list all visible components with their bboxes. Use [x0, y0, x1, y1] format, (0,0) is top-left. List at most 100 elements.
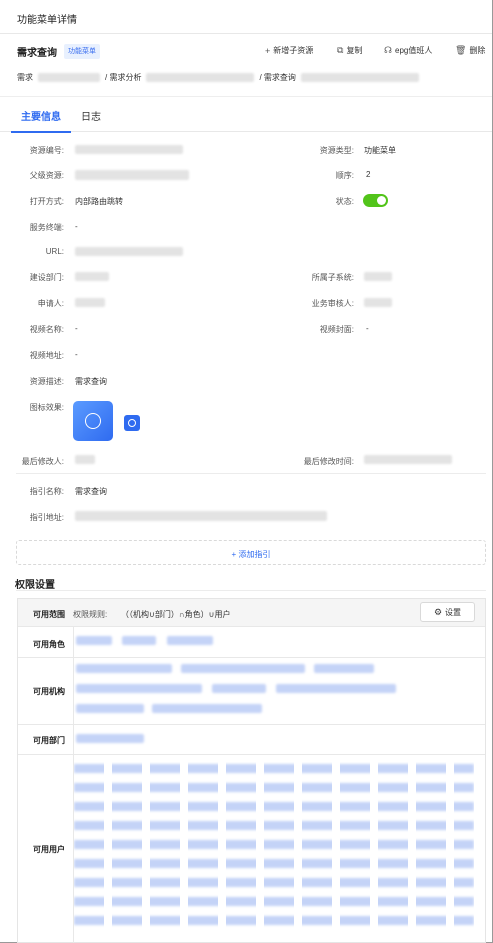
role-chip	[76, 636, 112, 645]
parent-resource-value	[75, 170, 189, 180]
video-url-label: 视频地址:	[29, 351, 64, 360]
applicant-label: 申请人:	[37, 299, 64, 308]
menu-icon-large-preview	[73, 401, 113, 441]
rule-label: 权限规则:	[73, 610, 108, 619]
resource-type-label: 资源类型:	[319, 146, 354, 155]
video-name-label: 视频名称:	[29, 325, 64, 334]
last-modified-time-value	[364, 455, 452, 464]
reviewer-value	[364, 298, 392, 307]
url-value	[75, 247, 183, 256]
gear-icon: ⚙	[433, 606, 443, 617]
open-mode-label: 打开方式:	[29, 197, 64, 206]
epg-duty-button[interactable]: ☊ epg值班人	[384, 45, 432, 56]
redacted-text	[146, 73, 255, 82]
org-chip	[181, 664, 305, 673]
org-chip	[276, 684, 396, 693]
open-mode-value: 内部路由跳转	[75, 197, 123, 206]
video-cover-label: 视频封面:	[319, 325, 354, 334]
parent-resource-label: 父级资源:	[29, 171, 64, 180]
user-chip-grid	[74, 762, 474, 932]
order-value: 2	[366, 170, 371, 179]
depts-label: 可用部门	[33, 736, 65, 745]
url-label: URL:	[45, 247, 64, 256]
guide-name-value: 需求查询	[75, 487, 107, 496]
tab-log[interactable]: 日志	[81, 108, 101, 123]
org-chip	[152, 704, 262, 713]
row-divider	[18, 626, 485, 627]
plus-icon: +	[265, 45, 271, 56]
delete-button[interactable]: 🗑 删除	[455, 45, 485, 56]
permission-settings-button[interactable]: ⚙ 设置	[420, 602, 475, 622]
users-values	[74, 762, 474, 932]
delete-label: 删除	[469, 46, 486, 55]
video-name-value: -	[75, 324, 78, 333]
resource-desc-label: 资源描述:	[29, 377, 64, 386]
epg-duty-label: epg值班人	[395, 46, 433, 55]
redacted-text	[38, 73, 100, 82]
tab-bar: 主要信息 日志	[0, 96, 492, 133]
video-cover-value: -	[366, 324, 369, 333]
copy-label: 复制	[346, 46, 363, 55]
org-chip	[76, 684, 202, 693]
org-chip	[76, 664, 172, 673]
menu-icon-small-preview	[124, 415, 140, 431]
resource-desc-value: 需求查询	[75, 377, 107, 386]
window-title: 功能菜单详情	[17, 15, 77, 26]
breadcrumb-item-2[interactable]: / 需求分析	[105, 72, 141, 83]
status-toggle[interactable]	[363, 194, 388, 207]
row-divider	[18, 657, 485, 658]
role-chip	[167, 636, 213, 645]
compass-icon	[128, 419, 136, 427]
dept-chip	[76, 734, 144, 743]
guide-url-value	[75, 511, 327, 521]
breadcrumb: 需求 / 需求分析 / 需求查询	[17, 72, 424, 83]
org-chip	[212, 684, 266, 693]
add-guide-label: + 添加指引	[231, 550, 271, 559]
applicant-value	[75, 298, 105, 307]
rule-value: （（机构∪部门）∩角色）∪用户	[121, 610, 231, 619]
settings-label: 设置	[445, 607, 462, 617]
service-terminal-label: 服务终端:	[29, 223, 64, 232]
add-child-resource-label: 新增子资源	[273, 46, 314, 55]
resource-code-label: 资源编号:	[29, 146, 64, 155]
copy-icon: ⧉	[337, 45, 344, 55]
last-modified-time-label: 最后修改时间:	[303, 457, 354, 466]
active-tab-indicator	[11, 131, 71, 133]
permission-section-title: 权限设置	[15, 580, 55, 591]
users-label: 可用用户	[33, 845, 65, 854]
copy-button[interactable]: ⧉ 复制	[337, 45, 362, 56]
breadcrumb-item-3[interactable]: / 需求查询	[259, 72, 295, 83]
resource-name: 需求查询	[17, 48, 57, 59]
org-chip	[314, 664, 374, 673]
add-child-resource-button[interactable]: + 新增子资源	[265, 45, 313, 56]
build-dept-label: 建设部门:	[29, 273, 64, 282]
resource-code-value	[75, 145, 183, 154]
scope-label: 可用范围	[33, 610, 65, 619]
last-modifier-label: 最后修改人:	[21, 457, 64, 466]
add-guide-button[interactable]: + 添加指引	[16, 540, 486, 565]
order-label: 顺序:	[335, 171, 354, 180]
subsystem-value	[364, 272, 392, 281]
row-divider	[18, 724, 485, 725]
icon-effect-label: 图标效果:	[29, 403, 64, 412]
last-modifier-value	[75, 455, 95, 464]
trash-icon: 🗑	[455, 45, 467, 55]
guide-name-label: 指引名称:	[29, 487, 64, 496]
resource-type-value: 功能菜单	[364, 146, 396, 155]
subsystem-label: 所属子系统:	[311, 273, 354, 282]
breadcrumb-item-1[interactable]: 需求	[17, 72, 33, 83]
window-title-bar: 功能菜单详情	[0, 0, 492, 34]
reviewer-label: 业务审核人:	[311, 299, 354, 308]
roles-label: 可用角色	[33, 640, 65, 649]
tab-main-info[interactable]: 主要信息	[21, 108, 61, 123]
status-label: 状态:	[335, 197, 354, 206]
role-chip	[122, 636, 156, 645]
section-divider	[16, 590, 486, 591]
org-chip	[76, 704, 144, 713]
resource-type-tag: 功能菜单	[64, 44, 100, 59]
service-terminal-value: -	[75, 222, 78, 231]
video-url-value: -	[75, 350, 78, 359]
headset-icon: ☊	[384, 45, 392, 55]
guide-url-label: 指引地址:	[29, 513, 64, 522]
orgs-label: 可用机构	[33, 687, 65, 696]
